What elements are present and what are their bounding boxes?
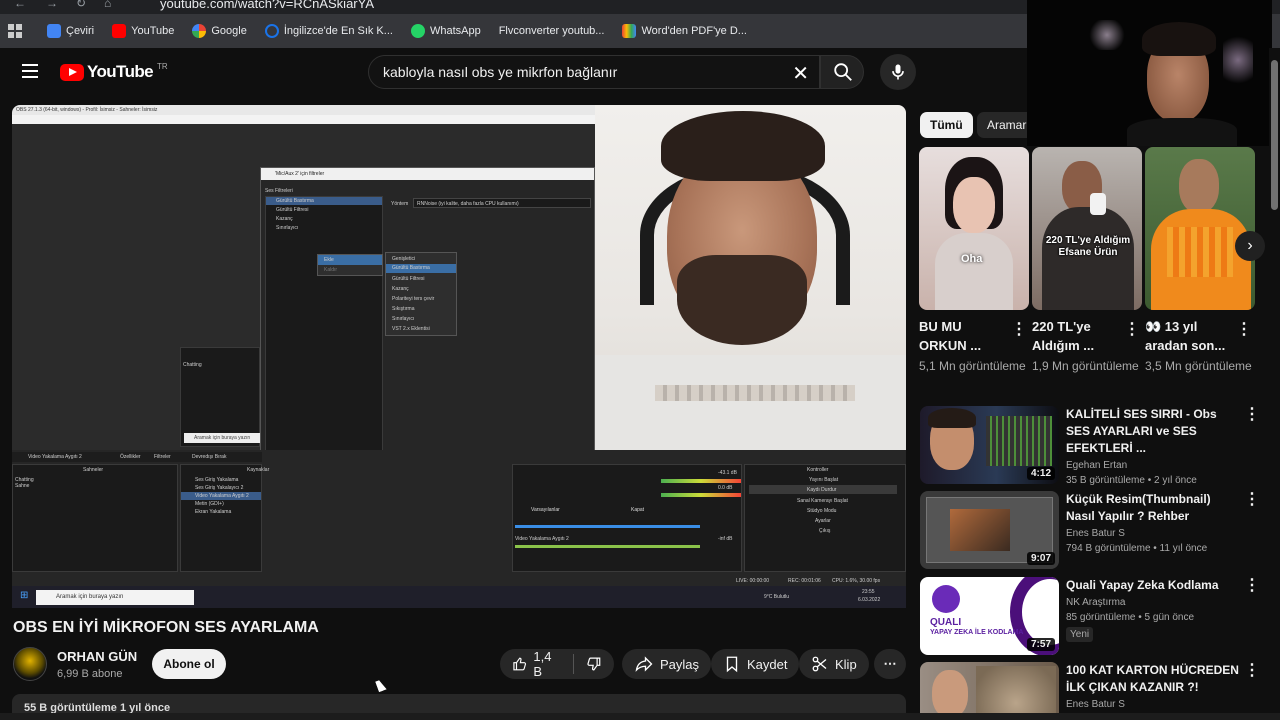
owl-logo-icon xyxy=(932,585,960,613)
search-icon xyxy=(834,63,852,81)
voice-search-button[interactable] xyxy=(880,54,916,90)
bookmark-icon xyxy=(726,656,738,673)
video-title: OBS EN İYİ MİKROFON SES AYARLAMA xyxy=(13,619,319,636)
filter-list: Gürültü Bastırma Gürültü Filtresi Kazanç… xyxy=(265,196,383,466)
youtube-icon xyxy=(112,24,127,38)
short-thumbnail xyxy=(1145,147,1255,310)
menu-icon[interactable] xyxy=(22,64,38,78)
video-thumbnail xyxy=(920,662,1059,720)
reload-icon[interactable]: ↻ xyxy=(76,0,86,10)
whatsapp-icon xyxy=(410,24,425,38)
short-menu-icon[interactable]: ⋮ xyxy=(1236,322,1252,338)
short-card[interactable]: Oha BU MU ORKUN ... 5,1 Mn görüntüleme xyxy=(919,147,1029,375)
bookmark-whatsapp[interactable]: WhatsApp xyxy=(404,18,488,44)
microphone-icon xyxy=(892,64,904,80)
clip-button[interactable]: Klip xyxy=(799,649,869,679)
search-button[interactable] xyxy=(820,55,864,89)
bookmark-flvconverter[interactable]: Flvconverter youtub... xyxy=(492,18,612,44)
mouse-cursor-icon xyxy=(375,678,387,693)
short-menu-icon[interactable]: ⋮ xyxy=(1124,322,1140,338)
translate-icon xyxy=(47,24,61,38)
recommended-video[interactable]: 100 KAT KARTON HÜCREDEN İLK ÇIKAN KAZANI… xyxy=(920,662,1260,720)
scissors-icon xyxy=(812,656,827,672)
thumbs-down-icon[interactable] xyxy=(586,655,602,673)
more-actions-button[interactable]: ⋯ xyxy=(874,649,906,679)
short-card[interactable]: 👀 13 yıl aradan son... 3,5 Mn görüntülem… xyxy=(1145,147,1255,375)
sources-dock: Kaynaklar Ses Giriş Yakalama Ses Giriş Y… xyxy=(180,464,269,572)
bookmark-ingilizce[interactable]: İngilizce'de En Sık K... xyxy=(258,18,400,44)
streamer-camera-overlay xyxy=(1027,0,1272,146)
subscribe-button[interactable]: Abone ol xyxy=(152,649,226,679)
method-select[interactable]: RNNoise (iyi kalite, daha fazla CPU kull… xyxy=(413,198,591,208)
youtube-logo[interactable]: YouTube TR xyxy=(60,62,168,82)
recorded-taskbar: ⊞ Aramak için buraya yazın 9°C Bulutlu 2… xyxy=(12,586,906,608)
taskbar-search: Aramak için buraya yazın xyxy=(36,590,194,605)
youtube-play-icon xyxy=(60,63,84,81)
channel-name[interactable]: ORHAN GÜN xyxy=(57,649,137,664)
back-icon[interactable]: ← xyxy=(14,0,26,10)
video-menu-icon[interactable]: ⋮ xyxy=(1244,663,1260,679)
add-filter-submenu: Genişletici Gürültü Bastırma Gürültü Fil… xyxy=(385,252,457,336)
scrollbar-thumb[interactable] xyxy=(1271,60,1278,210)
save-button[interactable]: Kaydet xyxy=(711,649,800,679)
clear-search-icon[interactable]: ✕ xyxy=(792,61,809,86)
short-thumbnail: Oha xyxy=(919,147,1029,310)
share-icon xyxy=(635,656,653,672)
video-menu-icon[interactable]: ⋮ xyxy=(1244,407,1260,423)
short-card[interactable]: 220 TL'ye Aldığım Efsane Ürün 220 TL'ye … xyxy=(1032,147,1142,375)
like-button[interactable]: 1,4 B xyxy=(512,649,559,679)
obs-titlebar: OBS 27.1.3 (64-bit, windows) - Profil: İ… xyxy=(12,105,595,115)
like-dislike-group: 1,4 B xyxy=(500,649,614,679)
share-button[interactable]: Paylaş xyxy=(622,649,712,679)
context-menu: Ekle Kaldır xyxy=(317,254,383,276)
pdf-icon xyxy=(622,24,637,38)
os-taskbar xyxy=(0,713,1280,720)
forward-icon[interactable]: → xyxy=(46,0,58,10)
region-code: TR xyxy=(157,61,168,71)
bookmark-ceviri[interactable]: Çeviri xyxy=(40,18,101,44)
video-thumbnail: QUALI YAPAY ZEKA İLE KODLAMA 7:57 xyxy=(920,577,1059,655)
google-icon xyxy=(192,24,207,38)
source-preview: Chatting xyxy=(180,347,260,447)
webcam-feed xyxy=(595,105,906,450)
audio-mixer: -43.1 dB 0.0 dB Video Yakalama Aygıtı 2 … xyxy=(512,464,742,572)
new-badge: Yeni xyxy=(1066,627,1094,642)
thumbs-up-icon xyxy=(513,657,527,671)
page-scrollbar[interactable] xyxy=(1269,48,1280,720)
loading-icon xyxy=(264,24,279,38)
short-thumbnail: 220 TL'ye Aldığım Efsane Ürün xyxy=(1032,147,1142,310)
home-icon[interactable]: ⌂ xyxy=(104,0,111,10)
recommended-video[interactable]: 9:07 Küçük Resim(Thumbnail) Nasıl Yapılı… xyxy=(920,491,1260,571)
chip-all[interactable]: Tümü xyxy=(920,112,973,138)
search-input[interactable]: kabloyla nasıl obs ye mikrfon bağlanır ✕ xyxy=(368,55,820,89)
video-menu-icon[interactable]: ⋮ xyxy=(1244,578,1260,594)
windows-start-icon: ⊞ xyxy=(20,590,29,601)
bookmark-google[interactable]: Google xyxy=(185,18,253,44)
shorts-next-button[interactable]: › xyxy=(1235,231,1265,261)
short-menu-icon[interactable]: ⋮ xyxy=(1011,322,1027,338)
bookmark-youtube[interactable]: YouTube xyxy=(105,18,181,44)
recommended-video[interactable]: 4:12 KALİTELİ SES SIRRI - Obs SES AYARLA… xyxy=(920,406,1260,486)
subscriber-count: 6,99 B abone xyxy=(57,668,123,680)
more-icon: ⋯ xyxy=(883,656,897,671)
chevron-right-icon: › xyxy=(1247,237,1253,254)
video-thumbnail: 9:07 xyxy=(920,491,1059,569)
obs-search-box[interactable]: Aramak için buraya yazın xyxy=(184,433,260,443)
channel-avatar[interactable] xyxy=(13,647,47,681)
apps-grid-icon[interactable] xyxy=(8,24,22,38)
presenter-shirt xyxy=(595,355,906,450)
video-player[interactable]: OBS 27.1.3 (64-bit, windows) - Profil: İ… xyxy=(12,105,906,608)
bookmark-word-pdf[interactable]: Word'den PDF'ye D... xyxy=(615,18,753,44)
video-menu-icon[interactable]: ⋮ xyxy=(1244,492,1260,508)
recommended-video[interactable]: QUALI YAPAY ZEKA İLE KODLAMA 7:57 Quali … xyxy=(920,577,1260,657)
video-thumbnail: 4:12 xyxy=(920,406,1059,484)
obs-docks: Video Yakalama Aygıtı 2 Özellikler Filtr… xyxy=(12,450,906,586)
address-bar[interactable]: youtube.com/watch?v=RCnASkiarYA xyxy=(160,0,374,11)
controls-dock: Kontroller Yayını Başlat Kaydı Durdur Sa… xyxy=(744,464,906,572)
obs-menubar xyxy=(12,115,595,124)
scenes-dock: Sahneler Chatting Sahne xyxy=(12,464,178,572)
